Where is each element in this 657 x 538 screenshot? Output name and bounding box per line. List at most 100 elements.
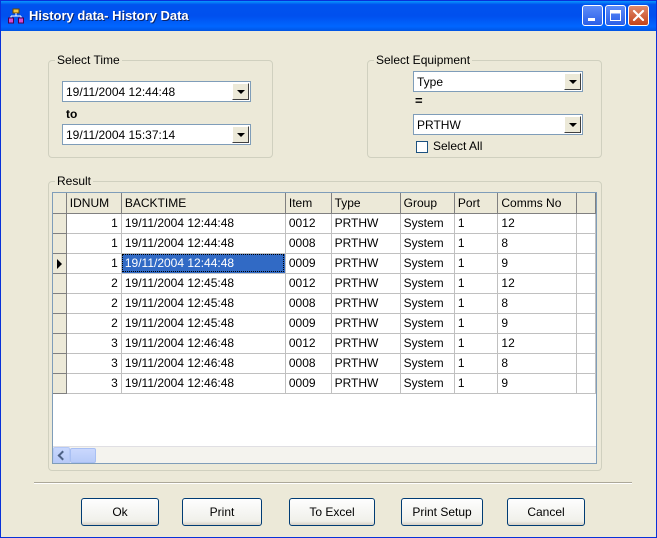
cell-type[interactable]: PRTHW	[331, 233, 401, 254]
cell-item[interactable]: 0009	[285, 253, 332, 274]
table-row[interactable]: 3 19/11/2004 12:46:48 0008 PRTHW System 1 8	[53, 353, 596, 374]
cell-item[interactable]: 0009	[285, 373, 332, 394]
cell-type[interactable]: PRTHW	[331, 373, 401, 394]
cell-port[interactable]: 1	[454, 313, 499, 334]
row-indicator[interactable]	[53, 273, 67, 294]
cell-idnum[interactable]: 1	[66, 233, 122, 254]
cell-item[interactable]: 0012	[285, 273, 332, 294]
cell-comms-no[interactable]: 8	[497, 233, 578, 254]
end-time-dropdown[interactable]: 19/11/2004 15:37:14	[62, 124, 251, 145]
table-row[interactable]: 1 19/11/2004 12:44:48 0012 PRTHW System 1 12	[53, 213, 596, 234]
cell-group[interactable]: System	[400, 273, 455, 294]
cell-idnum[interactable]: 3	[66, 333, 122, 354]
cell-group[interactable]: System	[400, 333, 455, 354]
column-header-type[interactable]: Type	[331, 193, 401, 214]
row-indicator[interactable]	[53, 333, 67, 354]
cell-backtime[interactable]: 19/11/2004 12:44:48	[121, 213, 286, 234]
cell-comms-no[interactable]: 12	[497, 333, 578, 354]
select-all-label[interactable]: Select All	[433, 139, 482, 153]
column-header-group[interactable]: Group	[400, 193, 455, 214]
maximize-button[interactable]	[605, 5, 626, 26]
horizontal-scroll-thumb[interactable]	[70, 448, 96, 463]
cell-port[interactable]: 1	[454, 373, 499, 394]
cell-backtime[interactable]: 19/11/2004 12:46:48	[121, 333, 286, 354]
cell-type[interactable]: PRTHW	[331, 313, 401, 334]
cell-port[interactable]: 1	[454, 213, 499, 234]
cell-type[interactable]: PRTHW	[331, 353, 401, 374]
row-indicator[interactable]	[53, 293, 67, 314]
column-header-overflow[interactable]	[576, 193, 596, 214]
cell-backtime[interactable]: 19/11/2004 12:45:48	[121, 273, 286, 294]
cell-port[interactable]: 1	[454, 353, 499, 374]
start-time-dropdown[interactable]: 19/11/2004 12:44:48	[62, 81, 251, 102]
table-row[interactable]: 3 19/11/2004 12:46:48 0012 PRTHW System 1 12	[53, 333, 596, 354]
cell-overflow[interactable]	[576, 353, 596, 374]
cell-item[interactable]: 0012	[285, 333, 332, 354]
cell-overflow[interactable]	[576, 373, 596, 394]
print-button[interactable]: Print	[182, 498, 262, 526]
cell-overflow[interactable]	[576, 253, 596, 274]
row-indicator[interactable]	[53, 213, 67, 234]
column-header-item[interactable]: Item	[285, 193, 332, 214]
row-indicator[interactable]	[53, 353, 67, 374]
cell-overflow[interactable]	[576, 293, 596, 314]
cell-idnum[interactable]: 2	[66, 313, 122, 334]
scroll-left-icon[interactable]	[53, 447, 70, 463]
column-header-backtime[interactable]: BACKTIME	[121, 193, 286, 214]
cell-group[interactable]: System	[400, 293, 455, 314]
cell-group[interactable]: System	[400, 353, 455, 374]
table-row[interactable]: 2 19/11/2004 12:45:48 0009 PRTHW System 1 9	[53, 313, 596, 334]
cell-type[interactable]: PRTHW	[331, 333, 401, 354]
horizontal-scrollbar[interactable]	[53, 446, 596, 463]
cell-type[interactable]: PRTHW	[331, 213, 401, 234]
equipment-field-dropdown[interactable]: Type	[413, 71, 583, 92]
cell-type[interactable]: PRTHW	[331, 293, 401, 314]
cell-idnum[interactable]: 1	[66, 213, 122, 234]
cell-item[interactable]: 0008	[285, 353, 332, 374]
cell-item[interactable]: 0012	[285, 213, 332, 234]
cell-type[interactable]: PRTHW	[331, 253, 401, 274]
cell-backtime[interactable]: 19/11/2004 12:44:48	[121, 233, 286, 254]
result-grid[interactable]: IDNUM BACKTIME Item Type Group Port Comms No 1…	[52, 192, 597, 464]
row-indicator[interactable]	[53, 373, 67, 394]
cell-type[interactable]: PRTHW	[331, 273, 401, 294]
cell-group[interactable]: System	[400, 253, 455, 274]
cell-comms-no[interactable]: 8	[497, 353, 578, 374]
table-row[interactable]: 2 19/11/2004 12:45:48 0008 PRTHW System 1 8	[53, 293, 596, 314]
cell-comms-no[interactable]: 9	[497, 313, 578, 334]
cell-port[interactable]: 1	[454, 293, 499, 314]
cell-port[interactable]: 1	[454, 273, 499, 294]
cell-backtime[interactable]: 19/11/2004 12:46:48	[121, 373, 286, 394]
cell-port[interactable]: 1	[454, 253, 499, 274]
equipment-value-dropdown[interactable]: PRTHW	[413, 114, 583, 135]
table-row[interactable]: 2 19/11/2004 12:45:48 0012 PRTHW System 1 12	[53, 273, 596, 294]
cell-overflow[interactable]	[576, 233, 596, 254]
cell-comms-no[interactable]: 9	[497, 373, 578, 394]
cell-item[interactable]: 0008	[285, 293, 332, 314]
cell-group[interactable]: System	[400, 233, 455, 254]
row-indicator[interactable]	[53, 233, 67, 254]
to-excel-button[interactable]: To Excel	[289, 498, 375, 526]
cell-overflow[interactable]	[576, 273, 596, 294]
column-header-comms-no[interactable]: Comms No	[497, 193, 578, 214]
cell-port[interactable]: 1	[454, 233, 499, 254]
title-bar[interactable]: History data- History Data	[1, 1, 656, 31]
table-row[interactable]: 3 19/11/2004 12:46:48 0009 PRTHW System 1 9	[53, 373, 596, 394]
cell-item[interactable]: 0009	[285, 313, 332, 334]
cell-backtime[interactable]: 19/11/2004 12:44:48	[121, 253, 286, 274]
cell-group[interactable]: System	[400, 213, 455, 234]
cell-backtime[interactable]: 19/11/2004 12:46:48	[121, 353, 286, 374]
chevron-down-icon[interactable]	[564, 73, 581, 90]
minimize-button[interactable]	[582, 5, 603, 26]
cell-overflow[interactable]	[576, 313, 596, 334]
chevron-down-icon[interactable]	[564, 116, 581, 133]
chevron-down-icon[interactable]	[232, 83, 249, 100]
cell-idnum[interactable]: 1	[66, 253, 122, 274]
cell-overflow[interactable]	[576, 333, 596, 354]
ok-button[interactable]: Ok	[81, 498, 159, 526]
print-setup-button[interactable]: Print Setup	[401, 498, 483, 526]
cell-backtime[interactable]: 19/11/2004 12:45:48	[121, 313, 286, 334]
cell-backtime[interactable]: 19/11/2004 12:45:48	[121, 293, 286, 314]
table-row[interactable]: 1 19/11/2004 12:44:48 0008 PRTHW System 1 8	[53, 233, 596, 254]
cell-comms-no[interactable]: 9	[497, 253, 578, 274]
